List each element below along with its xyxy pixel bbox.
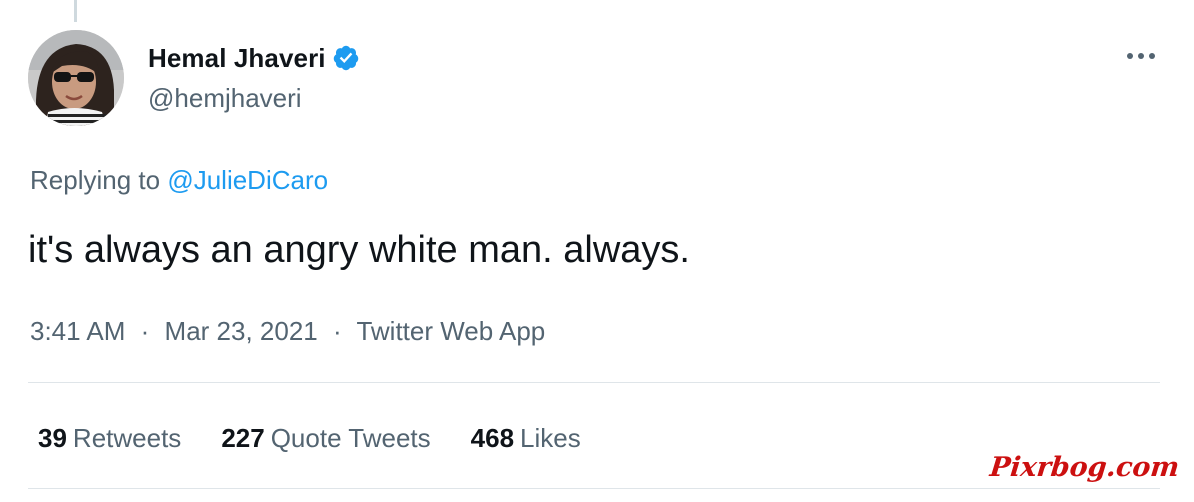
author-name-row[interactable]: Hemal Jhaveri xyxy=(148,40,360,76)
likes-count: 468 xyxy=(470,423,515,453)
tweet-time[interactable]: 3:41 AM xyxy=(30,316,125,346)
retweets-label: Retweets xyxy=(72,423,182,453)
author-handle[interactable]: @hemjhaveri xyxy=(148,80,302,116)
tweet-date[interactable]: Mar 23, 2021 xyxy=(165,316,318,346)
replying-to-label: Replying to xyxy=(30,165,161,195)
retweets-count: 39 xyxy=(38,423,67,453)
quote-tweets-count: 227 xyxy=(221,423,265,453)
more-horizontal-icon xyxy=(1127,53,1155,59)
likes-label: Likes xyxy=(520,423,581,453)
author-display-name[interactable]: Hemal Jhaveri xyxy=(148,40,326,76)
tweet-source[interactable]: Twitter Web App xyxy=(356,316,545,346)
meta-separator: · xyxy=(140,316,150,346)
divider xyxy=(28,488,1160,489)
likes-stat[interactable]: 468 Likes xyxy=(471,420,581,456)
quote-tweets-stat[interactable]: 227 Quote Tweets xyxy=(221,420,430,456)
tweet-text: it's always an angry white man. always. xyxy=(28,229,690,271)
retweets-stat[interactable]: 39 Retweets xyxy=(38,420,181,456)
tweet-metadata: 3:41 AM · Mar 23, 2021 · Twitter Web App xyxy=(30,313,545,349)
quote-tweets-label: Quote Tweets xyxy=(270,423,431,453)
tweet-detail: Hemal Jhaveri @hemjhaveri Replying to @J… xyxy=(0,0,1194,502)
thread-connector-line xyxy=(74,0,77,22)
replying-to-line: Replying to @JulieDiCaro xyxy=(30,162,328,198)
avatar[interactable] xyxy=(28,30,124,126)
meta-separator: · xyxy=(333,316,342,346)
more-options-button[interactable] xyxy=(1124,44,1158,68)
profile-photo-icon xyxy=(28,30,124,126)
reply-mention-link[interactable]: @JulieDiCaro xyxy=(167,165,328,195)
watermark: Pixrbog.com xyxy=(988,452,1181,483)
divider xyxy=(28,382,1160,383)
verified-badge-icon xyxy=(332,44,360,72)
engagement-stats: 39 Retweets 227 Quote Tweets 468 Likes xyxy=(38,420,621,456)
